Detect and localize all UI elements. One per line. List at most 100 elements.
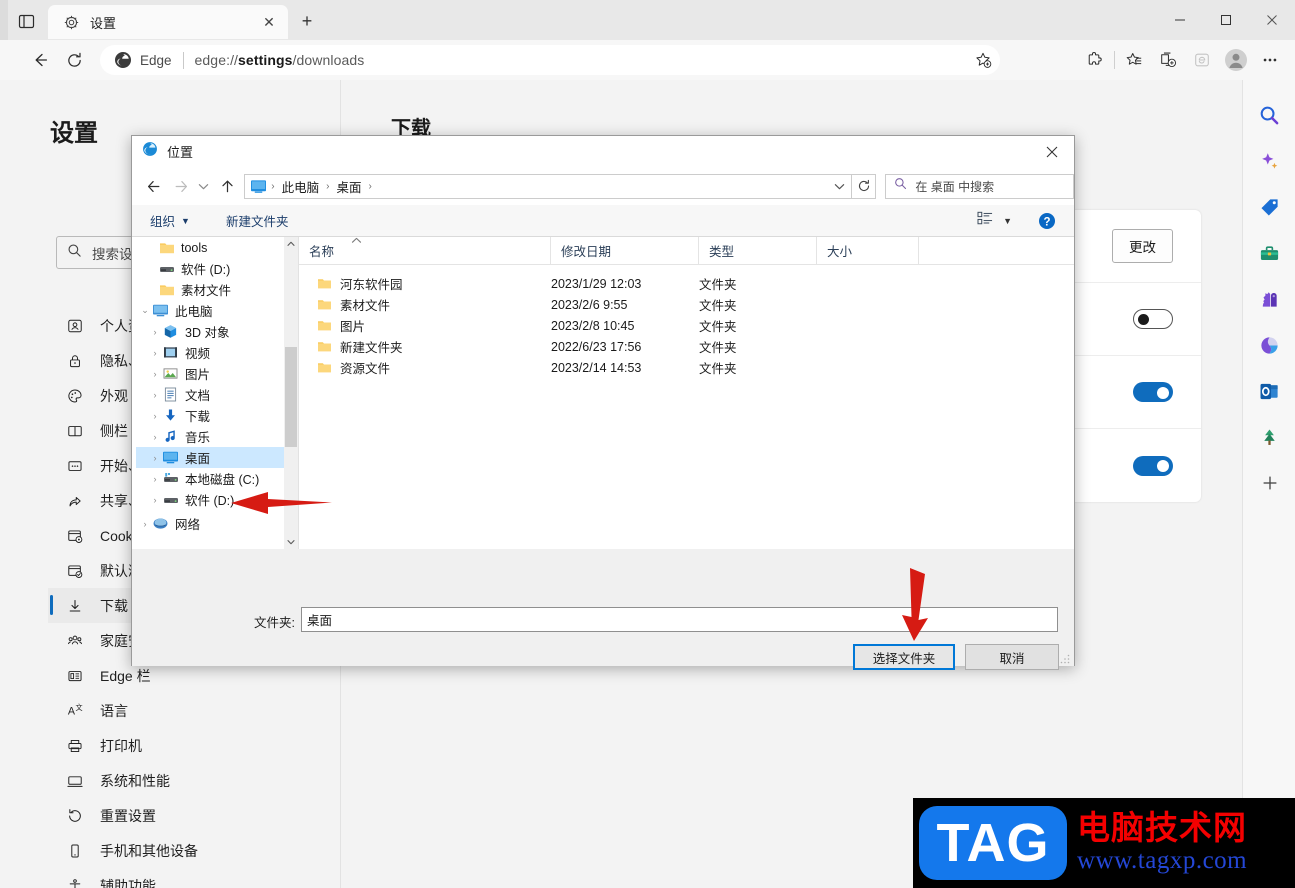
more-options-icon[interactable]: [1253, 45, 1287, 75]
sidebar-item-printer[interactable]: 打印机: [48, 728, 341, 763]
breadcrumb-item-desktop[interactable]: 桌面: [334, 177, 365, 196]
change-location-button[interactable]: 更改: [1112, 229, 1173, 263]
favorite-add-icon[interactable]: [970, 48, 996, 72]
tree-item-videos[interactable]: › 视频: [136, 342, 284, 363]
column-header-date[interactable]: 修改日期: [551, 236, 699, 265]
tree-item-software-d[interactable]: 软件 (D:): [136, 258, 284, 279]
chevron-down-icon[interactable]: ⌄: [138, 300, 152, 321]
chevron-right-icon[interactable]: ›: [138, 513, 152, 534]
chevron-right-icon[interactable]: ›: [148, 447, 162, 468]
back-button[interactable]: [26, 46, 54, 74]
documents-icon: [162, 386, 179, 403]
maximize-button[interactable]: [1203, 0, 1249, 40]
view-layout-icon[interactable]: [977, 211, 994, 231]
lock-icon: [64, 351, 86, 371]
new-folder-button[interactable]: 新建文件夹: [226, 211, 289, 230]
file-row[interactable]: 资源文件 2023/2/14 14:53 文件夹: [299, 357, 1074, 378]
chevron-down-icon[interactable]: ▼: [181, 216, 190, 226]
chevron-right-icon[interactable]: ›: [148, 405, 162, 426]
folder-name-input[interactable]: 桌面: [301, 607, 1058, 632]
collections-icon[interactable]: [1151, 45, 1185, 75]
games-icon[interactable]: [1243, 276, 1295, 322]
dialog-back-button[interactable]: [141, 173, 167, 199]
default-browser-icon: [64, 561, 86, 581]
chevron-down-icon[interactable]: [827, 175, 851, 198]
minimize-button[interactable]: [1157, 0, 1203, 40]
scrollbar-thumb[interactable]: [285, 347, 297, 447]
help-icon[interactable]: ?: [1038, 212, 1056, 235]
toggle-open-office-files[interactable]: [1133, 382, 1173, 402]
file-name-cell: 新建文件夹: [299, 337, 551, 356]
cancel-button[interactable]: 取消: [965, 644, 1059, 670]
file-row[interactable]: 新建文件夹 2022/6/23 17:56 文件夹: [299, 336, 1074, 357]
favorites-icon[interactable]: [1117, 45, 1151, 75]
chevron-right-icon[interactable]: ›: [148, 342, 162, 363]
tree-scrollbar[interactable]: [284, 237, 298, 549]
column-header-size[interactable]: 大小: [817, 236, 919, 265]
column-header-type[interactable]: 类型: [699, 236, 817, 265]
file-row[interactable]: 素材文件 2023/2/6 9:55 文件夹: [299, 294, 1074, 315]
sidebar-item-phone[interactable]: 手机和其他设备: [48, 833, 341, 868]
chevron-down-icon[interactable]: ▼: [1003, 216, 1012, 226]
dialog-refresh-button[interactable]: [852, 173, 877, 199]
breadcrumb-item-this-pc[interactable]: 此电脑: [279, 177, 323, 196]
tree-item-music[interactable]: › 音乐: [136, 426, 284, 447]
tree-icon[interactable]: [1243, 414, 1295, 460]
chevron-right-icon[interactable]: ›: [148, 384, 162, 405]
microsoft365-icon[interactable]: [1243, 322, 1295, 368]
tree-item-local-disk-c[interactable]: › 本地磁盘 (C:): [136, 468, 284, 489]
tree-item-material-files[interactable]: 素材文件: [136, 279, 284, 300]
close-icon[interactable]: [1030, 136, 1074, 167]
chevron-right-icon[interactable]: ›: [148, 321, 162, 342]
tree-item-network[interactable]: › 网络: [136, 513, 284, 534]
sidebar-item-language[interactable]: A文 语言: [48, 693, 341, 728]
browser-tab[interactable]: 设置 ✕: [48, 5, 288, 39]
resize-grip[interactable]: [1059, 652, 1071, 664]
chevron-right-icon[interactable]: ›: [148, 363, 162, 384]
column-header-name[interactable]: 名称: [299, 236, 551, 265]
new-tab-button[interactable]: +: [295, 10, 319, 32]
copilot-icon[interactable]: [1243, 138, 1295, 184]
chevron-right-icon[interactable]: ›: [148, 468, 162, 489]
tree-item-desktop[interactable]: › 桌面: [136, 447, 284, 468]
tree-item-this-pc[interactable]: ⌄ 此电脑: [136, 300, 284, 321]
tools-icon[interactable]: [1243, 230, 1295, 276]
add-icon[interactable]: [1243, 460, 1295, 506]
tree-item-pictures[interactable]: › 图片: [136, 363, 284, 384]
tree-item-software-drive-d[interactable]: › 软件 (D:): [136, 489, 284, 510]
tree-item-3d-objects[interactable]: › 3D 对象: [136, 321, 284, 342]
sidebar-item-label: 打印机: [100, 737, 142, 754]
share-icon: [64, 491, 86, 511]
tree-item-documents[interactable]: › 文档: [136, 384, 284, 405]
close-button[interactable]: [1249, 0, 1295, 40]
toggle-ask-where-to-save[interactable]: [1133, 309, 1173, 329]
sidebar-item-system[interactable]: 系统和性能: [48, 763, 341, 798]
tab-actions-icon[interactable]: [12, 10, 40, 32]
extensions-icon[interactable]: [1078, 45, 1112, 75]
scroll-down-icon[interactable]: [284, 535, 298, 549]
view-options[interactable]: ▼: [977, 211, 1012, 231]
tree-item-tools[interactable]: tools: [136, 237, 284, 258]
search-icon[interactable]: [1243, 92, 1295, 138]
organize-button[interactable]: 组织: [150, 211, 175, 230]
shopping-tag-icon[interactable]: [1243, 184, 1295, 230]
tree-item-downloads[interactable]: › 下载: [136, 405, 284, 426]
dialog-search-input[interactable]: 在 桌面 中搜索: [885, 173, 1074, 199]
file-row[interactable]: 图片 2023/2/8 10:45 文件夹: [299, 315, 1074, 336]
toggle-show-downloads-menu[interactable]: [1133, 455, 1173, 476]
dialog-recent-locations-button[interactable]: [195, 173, 213, 199]
scroll-up-icon[interactable]: [284, 237, 298, 251]
close-icon[interactable]: ✕: [258, 11, 280, 33]
chevron-right-icon[interactable]: ›: [148, 426, 162, 447]
breadcrumb[interactable]: › 此电脑 › 桌面 ›: [244, 173, 853, 199]
sidebar-item-reset[interactable]: 重置设置: [48, 798, 341, 833]
outlook-icon[interactable]: [1243, 368, 1295, 414]
sidebar-item-accessibility[interactable]: 辅助功能: [48, 868, 341, 888]
select-folder-button[interactable]: 选择文件夹: [853, 644, 955, 670]
profile-avatar[interactable]: [1219, 45, 1253, 75]
reload-button[interactable]: [60, 46, 88, 74]
chevron-right-icon[interactable]: ›: [148, 489, 162, 510]
address-bar[interactable]: Edge edge://settings/downloads: [100, 45, 1000, 75]
file-row[interactable]: 河东软件园 2023/1/29 12:03 文件夹: [299, 273, 1074, 294]
dialog-up-button[interactable]: [214, 173, 240, 199]
